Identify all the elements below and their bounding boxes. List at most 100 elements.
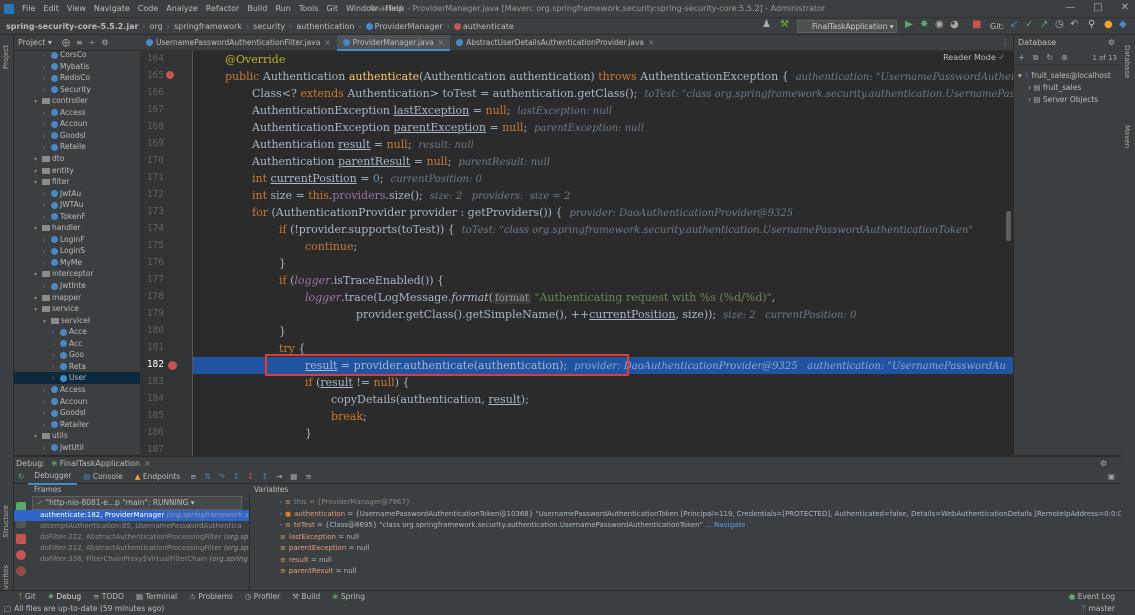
editor-scrollbar[interactable] (1006, 211, 1011, 241)
line-number[interactable]: 168 (144, 121, 164, 132)
gear-icon[interactable]: ⚙ (101, 38, 108, 47)
menu-edit[interactable]: Edit (39, 4, 63, 13)
line-number[interactable]: 169 (144, 138, 164, 149)
line-number[interactable]: 166 (144, 87, 164, 98)
line-number[interactable]: 175 (144, 240, 164, 251)
variable-row[interactable]: › ● authentication = {UsernamePasswordAut… (252, 509, 1121, 521)
db-server-objects[interactable]: › ▤ Server Objects (1028, 95, 1098, 104)
breadcrumb-security[interactable]: security (253, 22, 285, 31)
tab-console[interactable]: ▤ Console (77, 470, 128, 484)
override-marker-icon[interactable] (166, 71, 174, 79)
git-branch[interactable]: ᛉ master (1082, 603, 1115, 615)
thread-select[interactable]: ✓ "http-nio-8081-e...p "main": RUNNING ▾ (32, 496, 242, 510)
database-tool-tab[interactable]: Database (1123, 45, 1131, 78)
refresh-icon[interactable]: ↻ (1046, 53, 1053, 62)
menu-icon[interactable]: ≡ (186, 470, 200, 484)
line-number[interactable]: 180 (144, 325, 164, 336)
menu-run[interactable]: Run (271, 4, 294, 13)
line-number[interactable]: 181 (144, 342, 164, 353)
line-number[interactable]: 178 (144, 291, 164, 302)
maximize-icon[interactable]: □ (1093, 2, 1102, 13)
push-icon[interactable]: ↗ (1040, 19, 1048, 30)
menu-refactor[interactable]: Refactor (202, 4, 244, 13)
line-number[interactable]: 176 (144, 257, 164, 268)
line-number[interactable]: 182 (144, 359, 164, 370)
stack-frame[interactable]: doFilter:212, AbstractAuthenticationProc… (14, 543, 249, 554)
tab-providermanager[interactable]: ProviderManager.java × (336, 34, 451, 51)
menu-git[interactable]: Git (323, 4, 343, 13)
step-into-icon[interactable]: ↧ (229, 470, 243, 484)
variable-link[interactable]: ... Navigate (705, 521, 745, 529)
tab-endpoints[interactable]: ▲ Endpoints (129, 470, 186, 484)
db-datasource[interactable]: ▾ ∖ fruit_sales@localhost (1018, 71, 1111, 80)
step-over-icon[interactable]: ↷ (215, 470, 229, 484)
tab-debugger[interactable]: Debugger (28, 469, 78, 485)
tool-problems[interactable]: ⚠ Problems (189, 591, 233, 603)
line-number[interactable]: 177 (144, 274, 164, 285)
history-icon[interactable]: ◷ (1055, 19, 1064, 30)
line-number[interactable]: 171 (144, 172, 164, 183)
line-number[interactable]: 187 (144, 444, 164, 455)
tool-terminal[interactable]: ▦ Terminal (136, 591, 177, 603)
line-number[interactable]: 173 (144, 206, 164, 217)
tab-menu-icon[interactable]: ⋮ (1001, 38, 1009, 47)
tool-todo[interactable]: ≡ TODO (93, 591, 124, 603)
stack-frame[interactable]: attemptAuthentication:85, UsernamePasswo… (14, 521, 249, 532)
menu-code[interactable]: Code (134, 4, 162, 13)
hammer-icon[interactable]: ⚒ (780, 19, 789, 30)
close-icon[interactable]: ✕ (1121, 2, 1129, 13)
add-icon[interactable]: + (1018, 53, 1025, 62)
variable-row[interactable]: ≡ parentException = null (252, 543, 1121, 555)
breadcrumb-jar[interactable]: spring-security-core-5.5.2.jar (6, 22, 138, 31)
step-out-icon[interactable]: ↥ (258, 470, 272, 484)
line-number[interactable]: 164 (144, 53, 164, 64)
locate-icon[interactable]: ⨁ (62, 38, 70, 47)
rollback-icon[interactable]: ↶ (1070, 19, 1078, 30)
copy-icon[interactable]: ⧉ (1033, 53, 1039, 63)
debug-icon[interactable]: ✸ (920, 19, 928, 30)
structure-tool-tab[interactable]: Structure (2, 505, 10, 538)
tool-profiler[interactable]: ◷ Profiler (245, 591, 280, 603)
variable-row[interactable]: › ≡ this = {ProviderManager@7967} (252, 497, 1121, 509)
event-log[interactable]: ● Event Log (1069, 591, 1115, 603)
database-gear-icon[interactable]: ⚙ (1108, 35, 1115, 51)
debug-gear-icon[interactable]: ⚙ (1100, 457, 1107, 470)
breadcrumb-org[interactable]: org (150, 22, 163, 31)
variable-row[interactable]: ≡ parentResult = null (252, 566, 1121, 578)
collapse-icon[interactable]: ≡ (76, 38, 83, 47)
menu-view[interactable]: View (63, 4, 90, 13)
breadcrumb-authentication[interactable]: authentication (296, 22, 354, 31)
line-number[interactable]: 170 (144, 155, 164, 166)
breadcrumb-providermanager[interactable]: ProviderManager (375, 22, 443, 31)
tool-spring[interactable]: ❀ Spring (332, 591, 365, 603)
run-config-select[interactable]: FinalTaskApplication ▾ (797, 20, 897, 33)
rerun-icon[interactable]: ↻ (14, 470, 28, 484)
code-editor[interactable]: Reader Mode ✓ @Override public Authentic… (193, 51, 1013, 456)
breakpoint-icon[interactable] (168, 361, 177, 370)
line-number[interactable]: 179 (144, 308, 164, 319)
variable-row[interactable]: ≡ lastException = null (252, 532, 1121, 544)
stack-frame[interactable]: authenticate:182, ProviderManager (org.s… (14, 510, 249, 521)
update-available-icon[interactable]: ● (1104, 19, 1113, 30)
line-number[interactable]: 186 (144, 427, 164, 438)
tool-build[interactable]: ⚒ Build (292, 591, 320, 603)
profile-icon[interactable]: ◕ (950, 19, 959, 30)
breadcrumb-springframework[interactable]: springframework (174, 22, 242, 31)
close-debug-icon[interactable]: × (144, 457, 151, 470)
tab-usernamepasswordauthenticationfilter[interactable]: UsernamePasswordAuthenticationFilter.jav… (140, 35, 337, 51)
expand-icon[interactable]: ÷ (89, 38, 96, 47)
line-number[interactable]: 174 (144, 223, 164, 234)
run-icon[interactable]: ▶ (905, 19, 913, 30)
stop-icon[interactable]: ■ (972, 19, 981, 30)
line-number[interactable]: 183 (144, 376, 164, 387)
tool-git[interactable]: ᛉ Git (18, 591, 36, 603)
line-number[interactable]: 184 (144, 393, 164, 404)
user-icon[interactable]: ♟ (762, 19, 771, 30)
line-number[interactable]: 167 (144, 104, 164, 115)
filter-icon[interactable]: ⊛ (1061, 53, 1068, 62)
close-tab-icon[interactable]: × (324, 38, 330, 47)
tool-debug[interactable]: ✸ Debug (48, 591, 81, 603)
show-execution-point-icon[interactable]: ⇅ (200, 470, 214, 484)
tab-abstractuserdetailsauthenticationprovider[interactable]: AbstractUserDetailsAuthenticationProvide… (450, 35, 660, 51)
close-tab-icon[interactable]: × (438, 38, 444, 47)
